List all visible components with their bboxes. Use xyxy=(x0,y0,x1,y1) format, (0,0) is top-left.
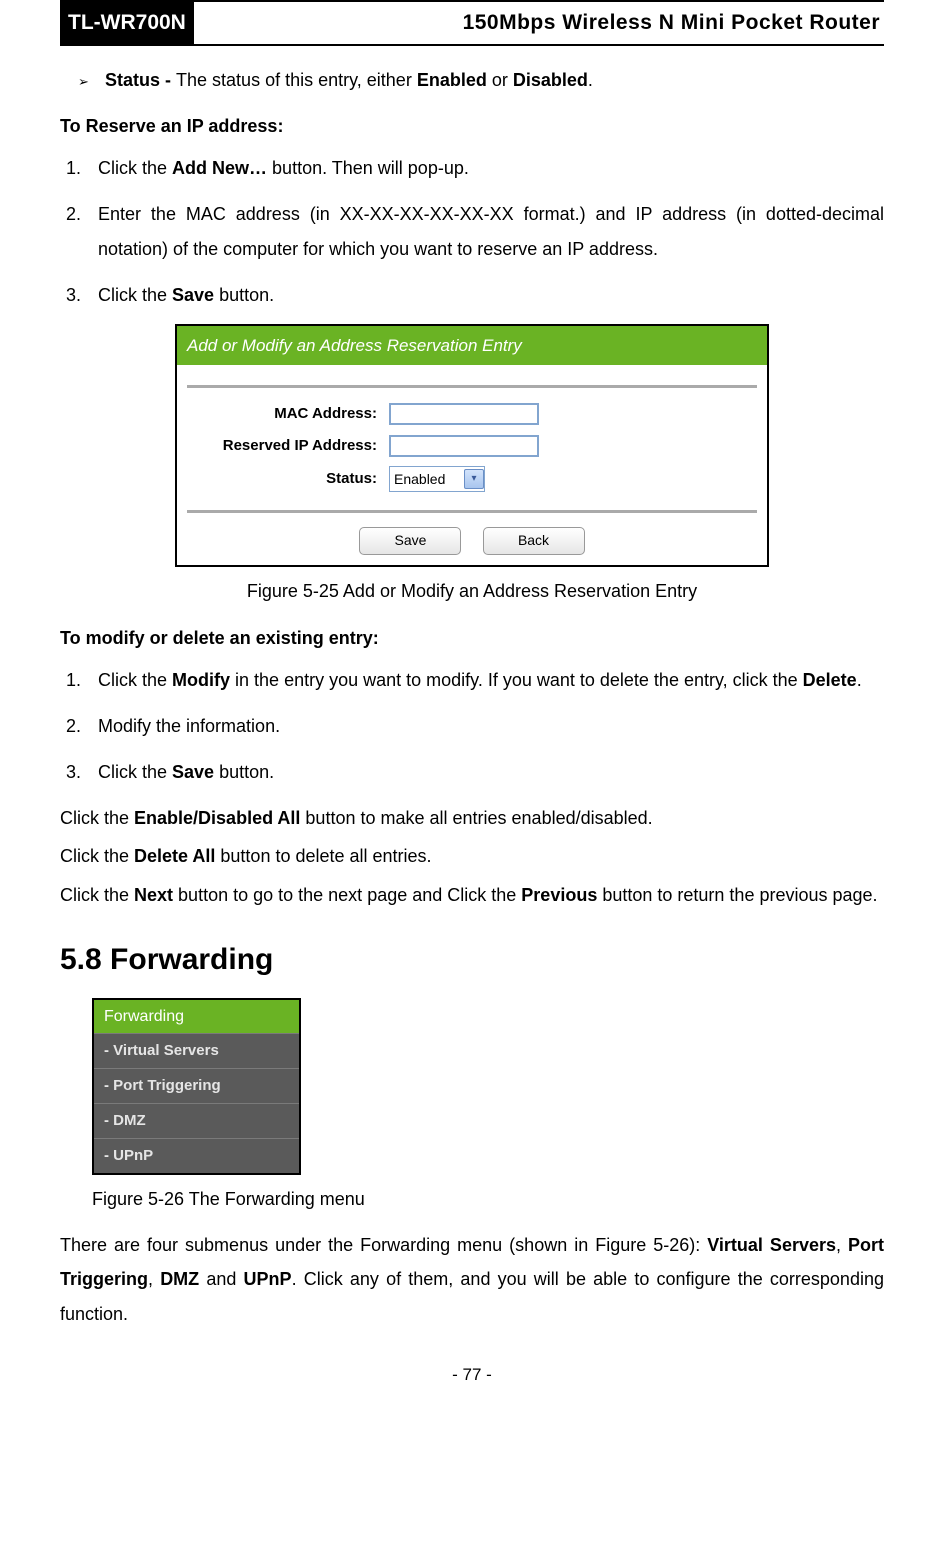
save-bold: Save xyxy=(172,285,214,305)
text: Click the xyxy=(98,762,172,782)
reserve-heading: To Reserve an IP address: xyxy=(60,112,884,141)
page-content: TL-WR700N 150Mbps Wireless N Mini Pocket… xyxy=(0,0,944,1418)
ip-row: Reserved IP Address: xyxy=(187,434,757,458)
status-text-c: . xyxy=(588,70,593,90)
dialog-title: Add or Modify an Address Reservation Ent… xyxy=(177,326,767,365)
text: Click the xyxy=(60,885,134,905)
ip-label: Reserved IP Address: xyxy=(187,434,389,458)
mac-address-input[interactable] xyxy=(389,403,539,425)
save-bold-2: Save xyxy=(172,762,214,782)
dialog-buttons: Save Back xyxy=(187,519,757,565)
menu-item-port-triggering[interactable]: - Port Triggering xyxy=(94,1068,299,1103)
reserve-step-1: Click the Add New… button. Then will pop… xyxy=(86,151,884,185)
menu-item-upnp[interactable]: - UPnP xyxy=(94,1138,299,1173)
figure-5-25-dialog: Add or Modify an Address Reservation Ent… xyxy=(175,324,769,567)
reserve-steps: Click the Add New… button. Then will pop… xyxy=(60,151,884,312)
status-text-b: or xyxy=(487,70,513,90)
text: Click the xyxy=(60,808,134,828)
section-5-8-heading: 5.8 Forwarding xyxy=(60,936,884,984)
text: button. Then will pop-up. xyxy=(267,158,469,178)
text: Click the xyxy=(98,670,172,690)
chevron-down-icon: ▾ xyxy=(464,469,484,489)
text: button. xyxy=(214,285,274,305)
next-previous-line: Click the Next button to go to the next … xyxy=(60,878,884,912)
reserved-ip-input[interactable] xyxy=(389,435,539,457)
delete-all-line: Click the Delete All button to delete al… xyxy=(60,839,884,873)
text: button to go to the next page and Click … xyxy=(173,885,521,905)
modify-step-1: Click the Modify in the entry you want t… xyxy=(86,663,884,697)
delete-bold: Delete xyxy=(803,670,857,690)
text: in the entry you want to modify. If you … xyxy=(230,670,803,690)
text: Click the xyxy=(60,846,134,866)
reserve-step-3: Click the Save button. xyxy=(86,278,884,312)
menu-item-dmz[interactable]: - DMZ xyxy=(94,1103,299,1138)
dmz-bold: DMZ xyxy=(160,1269,199,1289)
reserve-step-2: Enter the MAC address (in XX-XX-XX-XX-XX… xyxy=(86,197,884,265)
modify-bold: Modify xyxy=(172,670,230,690)
text: button to delete all entries. xyxy=(215,846,431,866)
text: , xyxy=(148,1269,160,1289)
previous-bold: Previous xyxy=(521,885,597,905)
modify-step-2: Modify the information. xyxy=(86,709,884,743)
doc-header: TL-WR700N 150Mbps Wireless N Mini Pocket… xyxy=(60,0,884,46)
status-row: Status: Enabled ▾ xyxy=(187,466,757,492)
status-disabled: Disabled xyxy=(513,70,588,90)
doc-title: 150Mbps Wireless N Mini Pocket Router xyxy=(194,2,884,44)
status-select[interactable]: Enabled ▾ xyxy=(389,466,485,492)
status-enabled: Enabled xyxy=(417,70,487,90)
status-label: Status - xyxy=(105,70,176,90)
mac-row: MAC Address: xyxy=(187,402,757,426)
menu-item-virtual-servers[interactable]: - Virtual Servers xyxy=(94,1033,299,1068)
next-bold: Next xyxy=(134,885,173,905)
mac-label: MAC Address: xyxy=(187,402,389,426)
divider xyxy=(187,510,757,513)
delete-all-bold: Delete All xyxy=(134,846,215,866)
divider xyxy=(187,385,757,388)
modify-heading: To modify or delete an existing entry: xyxy=(60,624,884,653)
text: There are four submenus under the Forwar… xyxy=(60,1235,707,1255)
text: Click the xyxy=(98,158,172,178)
enable-disabled-all-bold: Enable/Disabled All xyxy=(134,808,300,828)
upnp-bold: UPnP xyxy=(244,1269,292,1289)
bullet-icon: ➢ xyxy=(78,72,100,93)
figure-5-26-caption: Figure 5-26 The Forwarding menu xyxy=(92,1185,884,1214)
figure-5-25-caption: Figure 5-25 Add or Modify an Address Res… xyxy=(60,577,884,606)
modify-steps: Click the Modify in the entry you want t… xyxy=(60,663,884,790)
text: button. xyxy=(214,762,274,782)
status-bullet: ➢ Status - The status of this entry, eit… xyxy=(78,66,884,95)
dialog-body: MAC Address: Reserved IP Address: Status… xyxy=(177,365,767,565)
status-label: Status: xyxy=(187,467,389,491)
text: Click the xyxy=(98,285,172,305)
modify-step-3: Click the Save button. xyxy=(86,755,884,789)
text: button to make all entries enabled/disab… xyxy=(300,808,652,828)
figure-5-26-menu: Forwarding - Virtual Servers - Port Trig… xyxy=(92,998,301,1176)
text: and xyxy=(199,1269,243,1289)
enable-all-line: Click the Enable/Disabled All button to … xyxy=(60,801,884,835)
model-badge: TL-WR700N xyxy=(60,2,194,44)
text: button to return the previous page. xyxy=(597,885,877,905)
status-text-a: The status of this entry, either xyxy=(176,70,417,90)
save-button[interactable]: Save xyxy=(359,527,461,555)
forwarding-description: There are four submenus under the Forwar… xyxy=(60,1228,884,1331)
text: , xyxy=(836,1235,848,1255)
text: . xyxy=(857,670,862,690)
page-number: - 77 - xyxy=(60,1361,884,1388)
menu-head-forwarding[interactable]: Forwarding xyxy=(94,1000,299,1034)
back-button[interactable]: Back xyxy=(483,527,585,555)
virtual-servers-bold: Virtual Servers xyxy=(707,1235,836,1255)
add-new-bold: Add New… xyxy=(172,158,267,178)
status-value: Enabled xyxy=(394,468,445,490)
